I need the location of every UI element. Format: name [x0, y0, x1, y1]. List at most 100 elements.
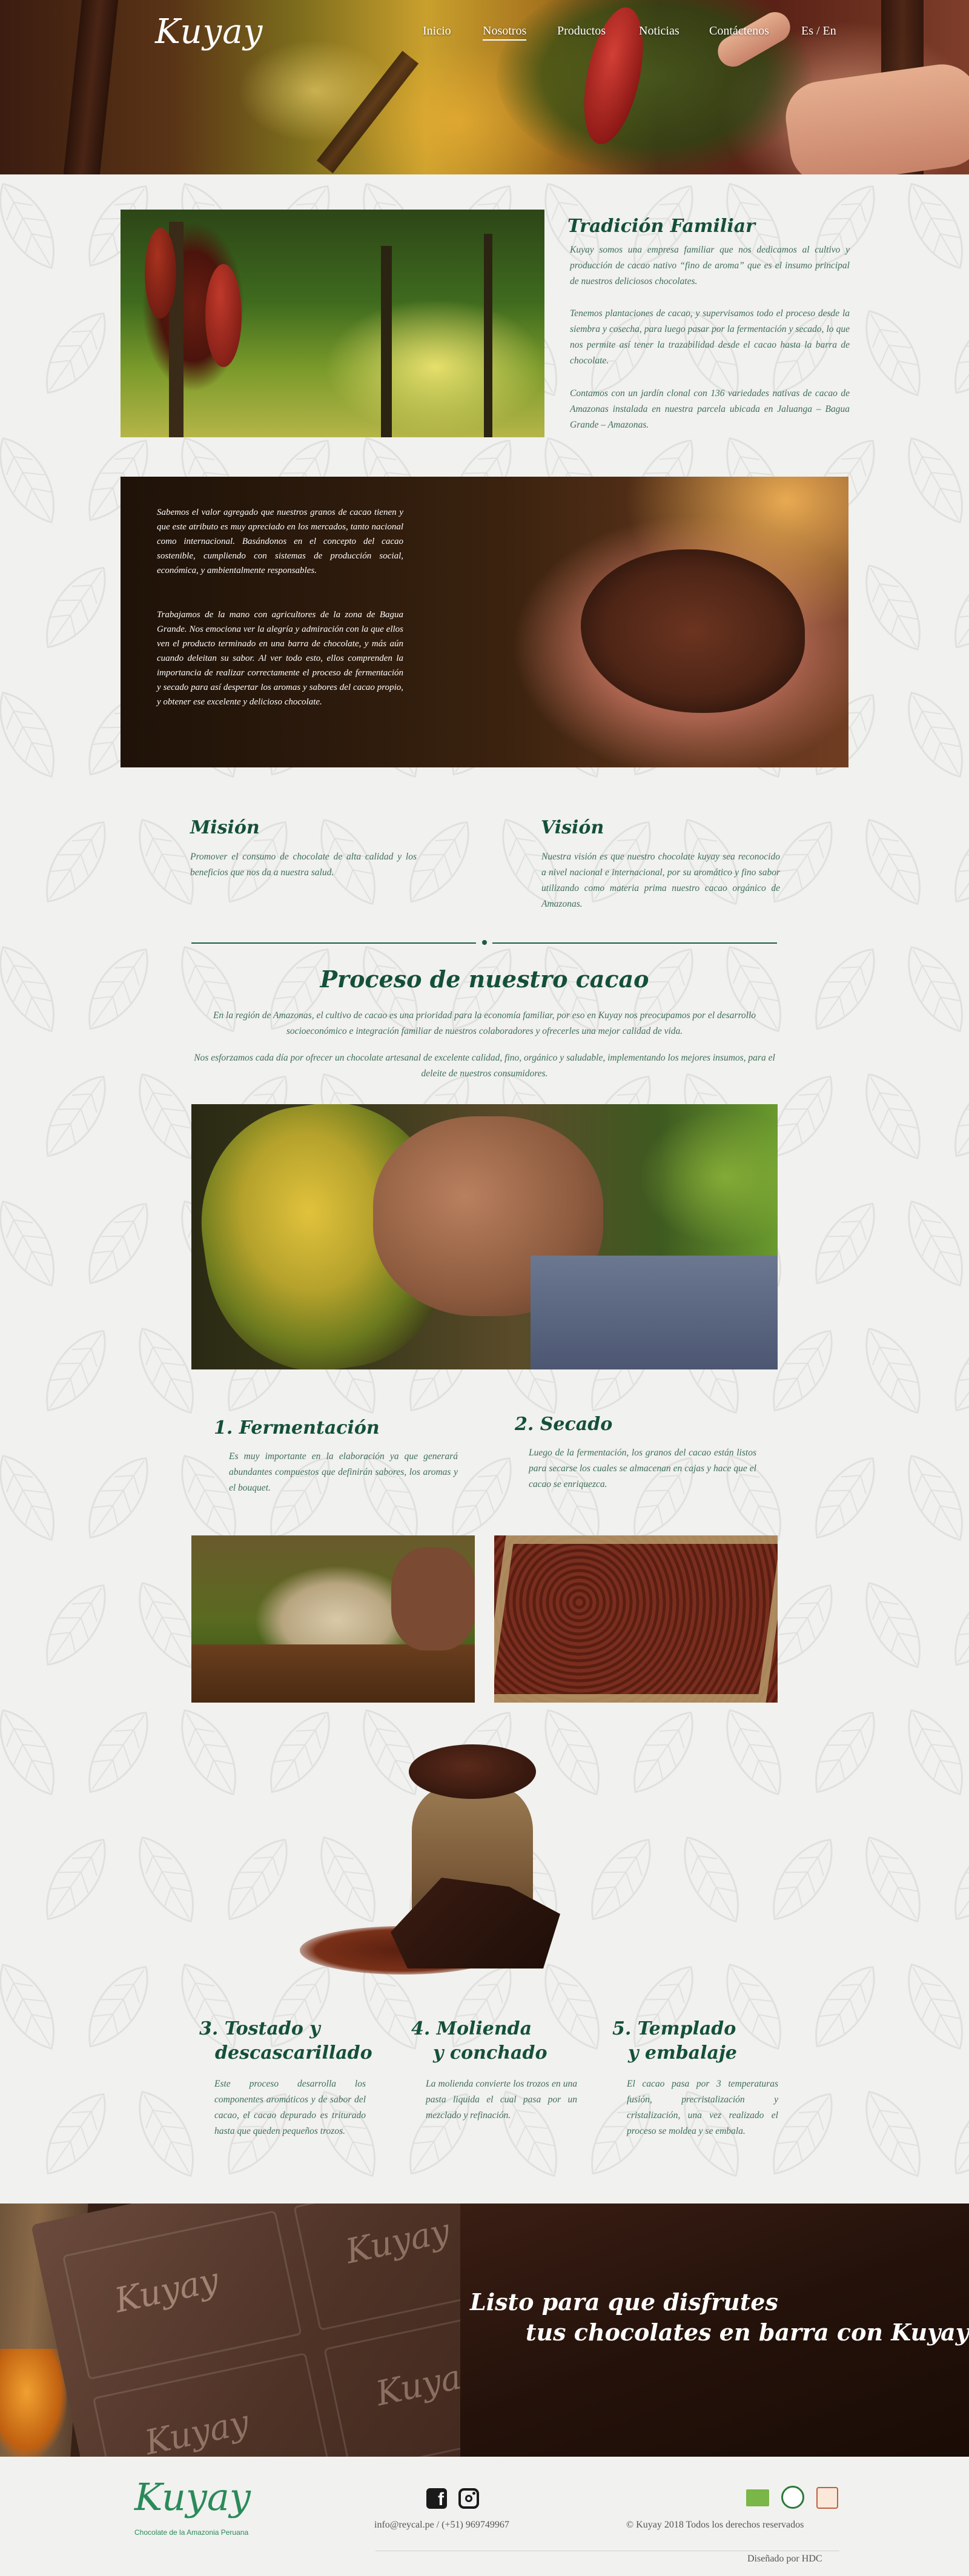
step-5-text: El cacao pasa por 3 temperaturas fusión,… [627, 2079, 778, 2136]
header-hero: Kuyay Inicio Nosotros Productos Noticias… [0, 0, 969, 174]
leaf-pattern-icon [61, 1437, 175, 1559]
leaf-pattern-icon [19, 546, 133, 669]
leaf-pattern-icon [746, 1818, 859, 1941]
instagram-icon[interactable] [458, 2488, 479, 2509]
leaf-pattern-icon [19, 1310, 133, 1432]
leaf-pattern-icon [839, 2073, 948, 2195]
leaf-pattern-icon [881, 1945, 969, 2068]
leaf-pattern-icon [788, 1691, 902, 1813]
leaf-pattern-icon [0, 174, 82, 287]
leaf-pattern-icon [61, 1182, 175, 1305]
step-3-title: 3. Tostado y descascarillado [199, 2018, 372, 2064]
nav-productos[interactable]: Productos [557, 24, 606, 38]
leaf-pattern-icon [0, 674, 82, 796]
leaf-pattern-icon [839, 1564, 948, 1686]
divider-right [492, 942, 777, 944]
leaf-pattern-icon [881, 1182, 969, 1305]
drying-beans-image [494, 1535, 778, 1703]
usda-organic-badge [781, 2486, 804, 2509]
fair-trade-badge [816, 2487, 838, 2509]
leaf-pattern-icon [19, 1564, 133, 1686]
tree-trunk [63, 0, 119, 174]
leaf-pattern-icon [112, 2073, 221, 2195]
leaf-pattern-icon [788, 1182, 902, 1305]
tradicion-paragraph-3: Contamos con un jardín clonal con 136 va… [570, 388, 850, 430]
leaf-pattern-icon [61, 1945, 175, 2068]
leaf-pattern-icon [881, 674, 969, 796]
banner-line-2: tus chocolates en barra con Kuyay [526, 2319, 969, 2346]
leaf-pattern-icon [839, 546, 948, 669]
farmer-holding-pod-image [191, 1104, 778, 1369]
step-2-title: 2. Secado [515, 1414, 613, 1435]
nav-noticias[interactable]: Noticias [639, 24, 680, 38]
nav-inicio[interactable]: Inicio [423, 24, 451, 38]
branch [316, 50, 419, 174]
footer-contact[interactable]: info@reycal.pe / (+51) 969749967 [374, 2520, 509, 2531]
leaf-pattern-icon [657, 1818, 766, 1941]
leaf-pattern-icon [839, 1055, 948, 1177]
proceso-title: Proceso de nuestro cacao [320, 965, 649, 993]
leaf-pattern-icon [19, 292, 133, 414]
valor-paragraph-2: Trabajamos de la mano con agricultores d… [157, 610, 403, 707]
valor-paragraph-1: Sabemos el valor agregado que nuestros g… [157, 508, 403, 575]
cacao-tree-image [121, 210, 544, 437]
leaf-pattern-icon [881, 1437, 969, 1559]
leaf-pattern-icon [839, 1310, 948, 1432]
footer-logo[interactable]: Kuyay [134, 2475, 251, 2519]
leaf-pattern-icon [839, 1818, 948, 1941]
leaf-pattern-icon [927, 1564, 969, 1686]
flower [0, 2349, 67, 2457]
footer-copyright: © Kuyay 2018 Todos los derechos reservad… [626, 2520, 804, 2530]
vision-text: Nuestra visión es que nuestro chocolate … [541, 852, 780, 909]
logo[interactable]: Kuyay [155, 12, 263, 51]
language-switch[interactable]: Es / En [801, 24, 836, 38]
proceso-paragraph-1: En la región de Amazonas, el cultivo de … [213, 1010, 756, 1036]
leaf-pattern-icon [154, 1691, 263, 1813]
leaf-pattern-icon [61, 1691, 175, 1813]
step-2-text: Luego de la fermentación, los granos del… [529, 1448, 756, 1489]
leaf-pattern-icon [0, 1691, 82, 1813]
leaf-pattern-icon [927, 1055, 969, 1177]
step-4-title: 4. Molienda y conchado [411, 2018, 547, 2064]
mision-text: Promover el consumo de chocolate de alta… [190, 852, 417, 878]
leaf-pattern-icon [19, 1055, 133, 1177]
leaf-pattern-icon [927, 2073, 969, 2195]
leaf-pattern-icon [19, 801, 133, 923]
chocolate-banner: Kuyay Kuyay Kuyay Kuyay Listo para que d… [0, 2204, 969, 2457]
nav-contactenos[interactable]: Contáctenos [709, 24, 769, 38]
leaf-pattern-icon [19, 1818, 133, 1941]
facebook-icon[interactable]: f [426, 2488, 447, 2509]
step-1-title: 1. Fermentación [214, 1417, 380, 1439]
eu-organic-badge [746, 2489, 769, 2506]
leaf-pattern-icon [927, 546, 969, 669]
leaf-pattern-icon [881, 419, 969, 541]
step-3-text: Este proceso desarrolla los componentes … [214, 2079, 366, 2136]
footer-tagline: Chocolate de la Amazonia Peruana [134, 2528, 249, 2537]
leaf-pattern-icon [788, 1437, 902, 1559]
leaf-pattern-icon [881, 174, 969, 287]
leaf-pattern-icon [19, 2073, 133, 2195]
leaf-pattern-icon [881, 1691, 969, 1813]
leaf-pattern-icon [699, 1691, 809, 1813]
footer: Kuyay Chocolate de la Amazonia Peruana f… [0, 2457, 969, 2576]
leaf-pattern-icon [927, 1310, 969, 1432]
leaf-pattern-icon [839, 292, 948, 414]
leaf-pattern-icon [0, 1945, 82, 2068]
fermentation-image [191, 1535, 475, 1703]
step-5-title: 5. Templado y embalaje [612, 2018, 737, 2064]
leaf-pattern-icon [0, 1182, 82, 1305]
leaf-pattern-icon [927, 1818, 969, 1941]
leaf-pattern-icon [839, 801, 948, 923]
leaf-pattern-icon [927, 292, 969, 414]
step-1-text: Es muy importante en la elaboración ya q… [229, 1451, 458, 1493]
chocolate-sack-image [300, 1744, 651, 1987]
footer-designed-by: Diseñado por HDC [747, 2554, 822, 2564]
nav-nosotros[interactable]: Nosotros [483, 24, 527, 41]
step-4-text: La molienda convierte los trozos en una … [426, 2079, 577, 2121]
leaf-pattern-icon [200, 1818, 314, 1941]
divider-dot [482, 940, 487, 945]
tradicion-paragraph-2: Tenemos plantaciones de cacao, y supervi… [570, 308, 850, 366]
vision-title: Visión [541, 817, 604, 838]
tradicion-paragraph-1: Kuyay somos una empresa familiar que nos… [570, 245, 850, 286]
tradicion-title: Tradición Familiar [567, 216, 755, 237]
